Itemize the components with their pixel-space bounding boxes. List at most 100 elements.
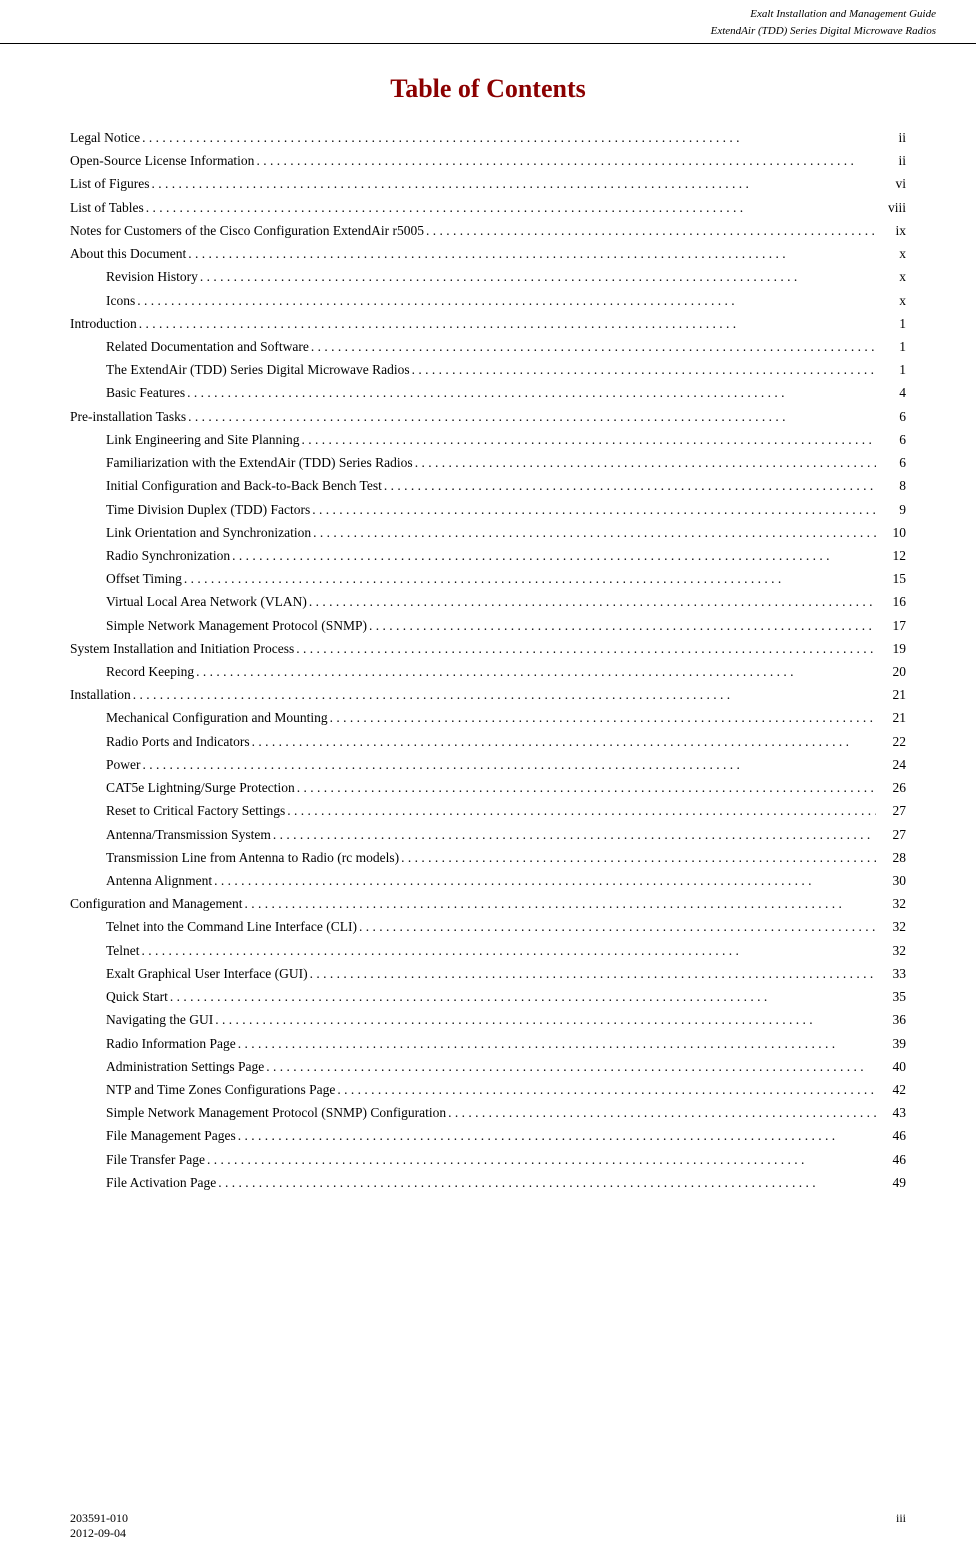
toc-dots — [207, 1148, 876, 1171]
page-container: Exalt Installation and Management Guide … — [0, 0, 976, 1561]
toc-page-number: 16 — [878, 590, 906, 613]
toc-page-number: 36 — [878, 1008, 906, 1031]
toc-page-number: 15 — [878, 567, 906, 590]
toc-entry-text: Reset to Critical Factory Settings — [106, 799, 285, 822]
footer-page: iii — [896, 1511, 906, 1541]
toc-page-number: 28 — [878, 846, 906, 869]
toc-entry: File Management Pages46 — [70, 1124, 906, 1147]
toc-dots — [273, 823, 876, 846]
toc-entry: Simple Network Management Protocol (SNMP… — [70, 1101, 906, 1124]
toc-dots — [310, 962, 876, 985]
toc-dots — [426, 219, 876, 242]
toc-entry: About this Document x — [70, 242, 906, 265]
toc-entry: Time Division Duplex (TDD) Factors9 — [70, 498, 906, 521]
toc-entry: Antenna Alignment30 — [70, 869, 906, 892]
toc-dots — [369, 614, 876, 637]
toc-entry: Reset to Critical Factory Settings 27 — [70, 799, 906, 822]
toc-entry-text: File Management Pages — [106, 1124, 236, 1147]
toc-dots — [311, 335, 876, 358]
footer-date: 2012-09-04 — [70, 1526, 128, 1541]
toc-dots — [313, 521, 876, 544]
toc-page-number: 27 — [878, 799, 906, 822]
toc-entry: Legal Noticeii — [70, 126, 906, 149]
toc-entry-text: Simple Network Management Protocol (SNMP… — [106, 1101, 446, 1124]
toc-entry-text: Transmission Line from Antenna to Radio … — [106, 846, 399, 869]
toc-dots — [143, 753, 877, 776]
toc-entry: Administration Settings Page40 — [70, 1055, 906, 1078]
toc-entry-text: About this Document — [70, 242, 186, 265]
toc-page-number: 43 — [878, 1101, 906, 1124]
toc-entry: The ExtendAir (TDD) Series Digital Micro… — [70, 358, 906, 381]
toc-page-number: 46 — [878, 1148, 906, 1171]
toc-page-number: 33 — [878, 962, 906, 985]
toc-entry: Radio Ports and Indicators 22 — [70, 730, 906, 753]
toc-entry: Quick Start35 — [70, 985, 906, 1008]
toc-dots — [309, 590, 876, 613]
toc-dots — [200, 265, 876, 288]
toc-dots — [152, 172, 877, 195]
toc-page-number: x — [878, 289, 906, 312]
toc-dots — [359, 915, 876, 938]
toc-dots — [312, 498, 876, 521]
toc-entry-text: Simple Network Management Protocol (SNMP… — [106, 614, 367, 637]
toc-dots — [384, 474, 876, 497]
toc-entry-text: Radio Information Page — [106, 1032, 236, 1055]
toc-entry: System Installation and Initiation Proce… — [70, 637, 906, 660]
toc-entry-text: Radio Synchronization — [106, 544, 230, 567]
toc-entry: Radio Synchronization 12 — [70, 544, 906, 567]
toc-page-number: vi — [878, 172, 906, 195]
toc-dots — [238, 1124, 876, 1147]
toc-page-number: 6 — [878, 428, 906, 451]
toc-entry: Antenna/Transmission System27 — [70, 823, 906, 846]
toc-entry-text: Radio Ports and Indicators — [106, 730, 250, 753]
toc-dots — [196, 660, 876, 683]
toc-page-number: 22 — [878, 730, 906, 753]
toc-entry-text: Initial Configuration and Back-to-Back B… — [106, 474, 382, 497]
footer-left: 203591-010 2012-09-04 — [70, 1511, 128, 1541]
toc-page-number: 27 — [878, 823, 906, 846]
toc-entry: Familiarization with the ExtendAir (TDD)… — [70, 451, 906, 474]
toc-dots — [296, 637, 876, 660]
toc-entry: Link Engineering and Site Planning 6 — [70, 428, 906, 451]
toc-page-number: 12 — [878, 544, 906, 567]
toc-page-number: 17 — [878, 614, 906, 637]
toc-entry-text: CAT5e Lightning/Surge Protection — [106, 776, 295, 799]
toc-dots — [401, 846, 876, 869]
toc-dots — [301, 428, 876, 451]
toc-page-number: 32 — [878, 939, 906, 962]
toc-page-number: x — [878, 242, 906, 265]
toc-page-number: 10 — [878, 521, 906, 544]
toc-page-number: ii — [878, 126, 906, 149]
toc-entry: Revision Historyx — [70, 265, 906, 288]
toc-entry: File Activation Page49 — [70, 1171, 906, 1194]
toc-dots — [215, 1008, 876, 1031]
toc-dots — [448, 1101, 876, 1124]
toc-entry-text: Link Engineering and Site Planning — [106, 428, 299, 451]
toc-page-number: ii — [878, 149, 906, 172]
toc-dots — [287, 799, 876, 822]
toc-entry-text: Notes for Customers of the Cisco Configu… — [70, 219, 424, 242]
toc-entry: Open-Source License Informationii — [70, 149, 906, 172]
toc-page-number: 30 — [878, 869, 906, 892]
toc-entry-text: Related Documentation and Software — [106, 335, 309, 358]
toc-entry: List of Tablesviii — [70, 196, 906, 219]
toc-page-number: 40 — [878, 1055, 906, 1078]
toc-entry: Iconsx — [70, 289, 906, 312]
toc-entry-text: Mechanical Configuration and Mounting — [106, 706, 328, 729]
toc-entry-text: List of Tables — [70, 196, 144, 219]
toc-entry: Telnet into the Command Line Interface (… — [70, 915, 906, 938]
toc-entry: File Transfer Page46 — [70, 1148, 906, 1171]
toc-dots — [187, 381, 876, 404]
toc-entry: Pre-installation Tasks6 — [70, 405, 906, 428]
toc-title: Table of Contents — [70, 74, 906, 104]
toc-entry-text: Familiarization with the ExtendAir (TDD)… — [106, 451, 413, 474]
toc-entry-text: Record Keeping — [106, 660, 194, 683]
toc-page-number: 9 — [878, 498, 906, 521]
toc-entry-text: Power — [106, 753, 141, 776]
toc-dots — [142, 939, 876, 962]
toc-dots — [184, 567, 876, 590]
toc-page-number: ix — [878, 219, 906, 242]
toc-entry: Telnet32 — [70, 939, 906, 962]
toc-entry-text: Offset Timing — [106, 567, 182, 590]
toc-dots — [137, 289, 876, 312]
